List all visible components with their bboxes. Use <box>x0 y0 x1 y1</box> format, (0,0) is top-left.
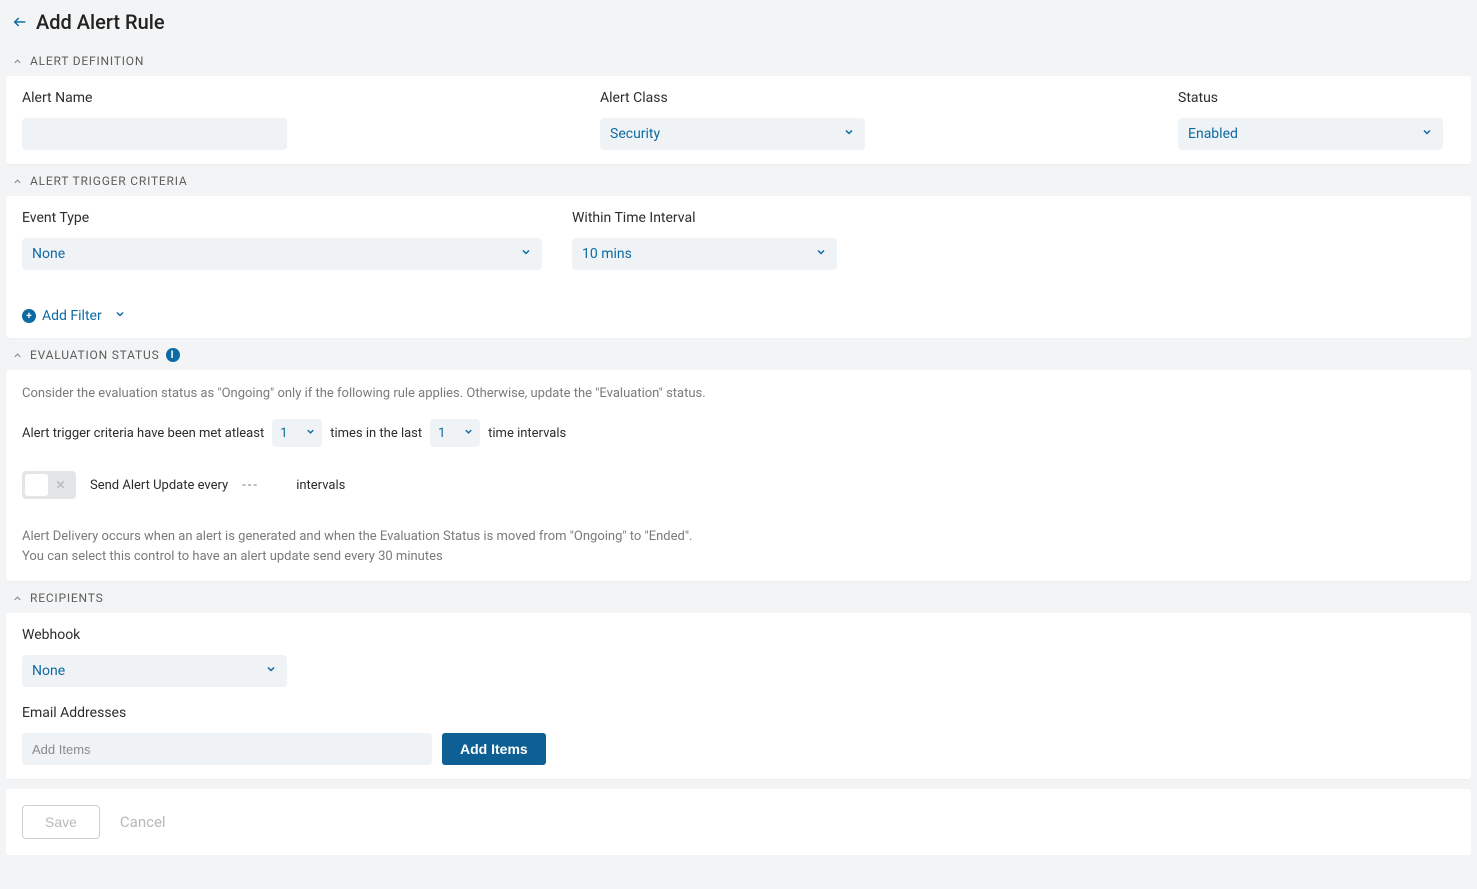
section-header-evaluation: EVALUATION STATUS i <box>0 338 1477 370</box>
section-title: ALERT DEFINITION <box>30 54 144 68</box>
panel-trigger: Event Type None Within Time Interval 10 … <box>6 196 1471 338</box>
plus-icon: + <box>22 309 36 323</box>
collapse-icon[interactable] <box>10 350 24 361</box>
toggle-knob <box>25 474 48 496</box>
interval-count-select[interactable]: 1 <box>430 419 480 447</box>
save-button[interactable]: Save <box>22 805 100 839</box>
section-title: ALERT TRIGGER CRITERIA <box>30 174 188 188</box>
label-alert-name: Alert Name <box>22 90 576 106</box>
panel-definition: Alert Name Alert Class Security Status E… <box>6 76 1471 164</box>
add-filter-label: Add Filter <box>42 308 102 324</box>
interval-count-value: 1 <box>438 426 445 441</box>
chevron-down-icon <box>305 426 316 441</box>
panel-recipients: Webhook None Email Addresses Add Items <box>6 613 1471 779</box>
chevron-down-icon <box>520 246 532 262</box>
collapse-icon[interactable] <box>10 593 24 604</box>
chevron-down-icon <box>114 308 126 324</box>
collapse-icon[interactable] <box>10 176 24 187</box>
toggle-suffix: intervals <box>296 478 345 493</box>
cancel-button[interactable]: Cancel <box>120 813 166 831</box>
chevron-down-icon <box>265 663 277 679</box>
label-webhook: Webhook <box>22 627 1455 643</box>
info-icon[interactable]: i <box>166 348 180 362</box>
section-header-definition: ALERT DEFINITION <box>0 44 1477 76</box>
status-value: Enabled <box>1188 126 1238 142</box>
section-header-recipients: RECIPIENTS <box>0 581 1477 613</box>
footer-actions: Save Cancel <box>6 789 1471 855</box>
collapse-icon[interactable] <box>10 56 24 67</box>
eval-text-2: times in the last <box>330 426 422 441</box>
alert-class-select[interactable]: Security <box>600 118 865 150</box>
webhook-value: None <box>32 663 65 679</box>
add-filter-button[interactable]: + Add Filter <box>22 308 126 324</box>
add-items-button[interactable]: Add Items <box>442 733 546 765</box>
toggle-label: Send Alert Update every <box>90 478 228 493</box>
back-arrow-icon[interactable] <box>12 14 28 30</box>
label-within-interval: Within Time Interval <box>572 210 842 226</box>
chevron-down-icon <box>843 126 855 142</box>
evaluation-hint: Consider the evaluation status as "Ongoi… <box>22 386 1455 401</box>
alert-class-value: Security <box>610 126 660 142</box>
status-select[interactable]: Enabled <box>1178 118 1443 150</box>
section-header-trigger: ALERT TRIGGER CRITERIA <box>0 164 1477 196</box>
event-type-select[interactable]: None <box>22 238 542 270</box>
count-value: 1 <box>280 426 287 441</box>
eval-text-1: Alert trigger criteria have been met atl… <box>22 426 264 441</box>
send-update-toggle[interactable]: ✕ <box>22 471 76 499</box>
chevron-down-icon <box>463 426 474 441</box>
within-interval-select[interactable]: 10 mins <box>572 238 837 270</box>
email-input[interactable] <box>22 733 432 765</box>
eval-text-3: time intervals <box>488 426 566 441</box>
note-line-1: Alert Delivery occurs when an alert is g… <box>22 527 1455 547</box>
chevron-down-icon <box>815 246 827 262</box>
label-event-type: Event Type <box>22 210 542 226</box>
chevron-down-icon <box>1421 126 1433 142</box>
label-email: Email Addresses <box>22 705 1455 721</box>
note-line-2: You can select this control to have an a… <box>22 547 1455 567</box>
count-select[interactable]: 1 <box>272 419 322 447</box>
toggle-value-placeholder: --- <box>242 478 282 493</box>
evaluation-note: Alert Delivery occurs when an alert is g… <box>22 527 1455 567</box>
panel-evaluation: Consider the evaluation status as "Ongoi… <box>6 370 1471 581</box>
label-status: Status <box>1178 90 1455 106</box>
page-title: Add Alert Rule <box>36 10 165 34</box>
within-interval-value: 10 mins <box>582 246 632 262</box>
label-alert-class: Alert Class <box>600 90 1154 106</box>
page-header: Add Alert Rule <box>0 0 1477 44</box>
alert-name-input[interactable] <box>22 118 287 150</box>
section-title: RECIPIENTS <box>30 591 104 605</box>
event-type-value: None <box>32 246 65 262</box>
section-title: EVALUATION STATUS <box>30 348 160 362</box>
x-icon: ✕ <box>48 478 73 492</box>
webhook-select[interactable]: None <box>22 655 287 687</box>
